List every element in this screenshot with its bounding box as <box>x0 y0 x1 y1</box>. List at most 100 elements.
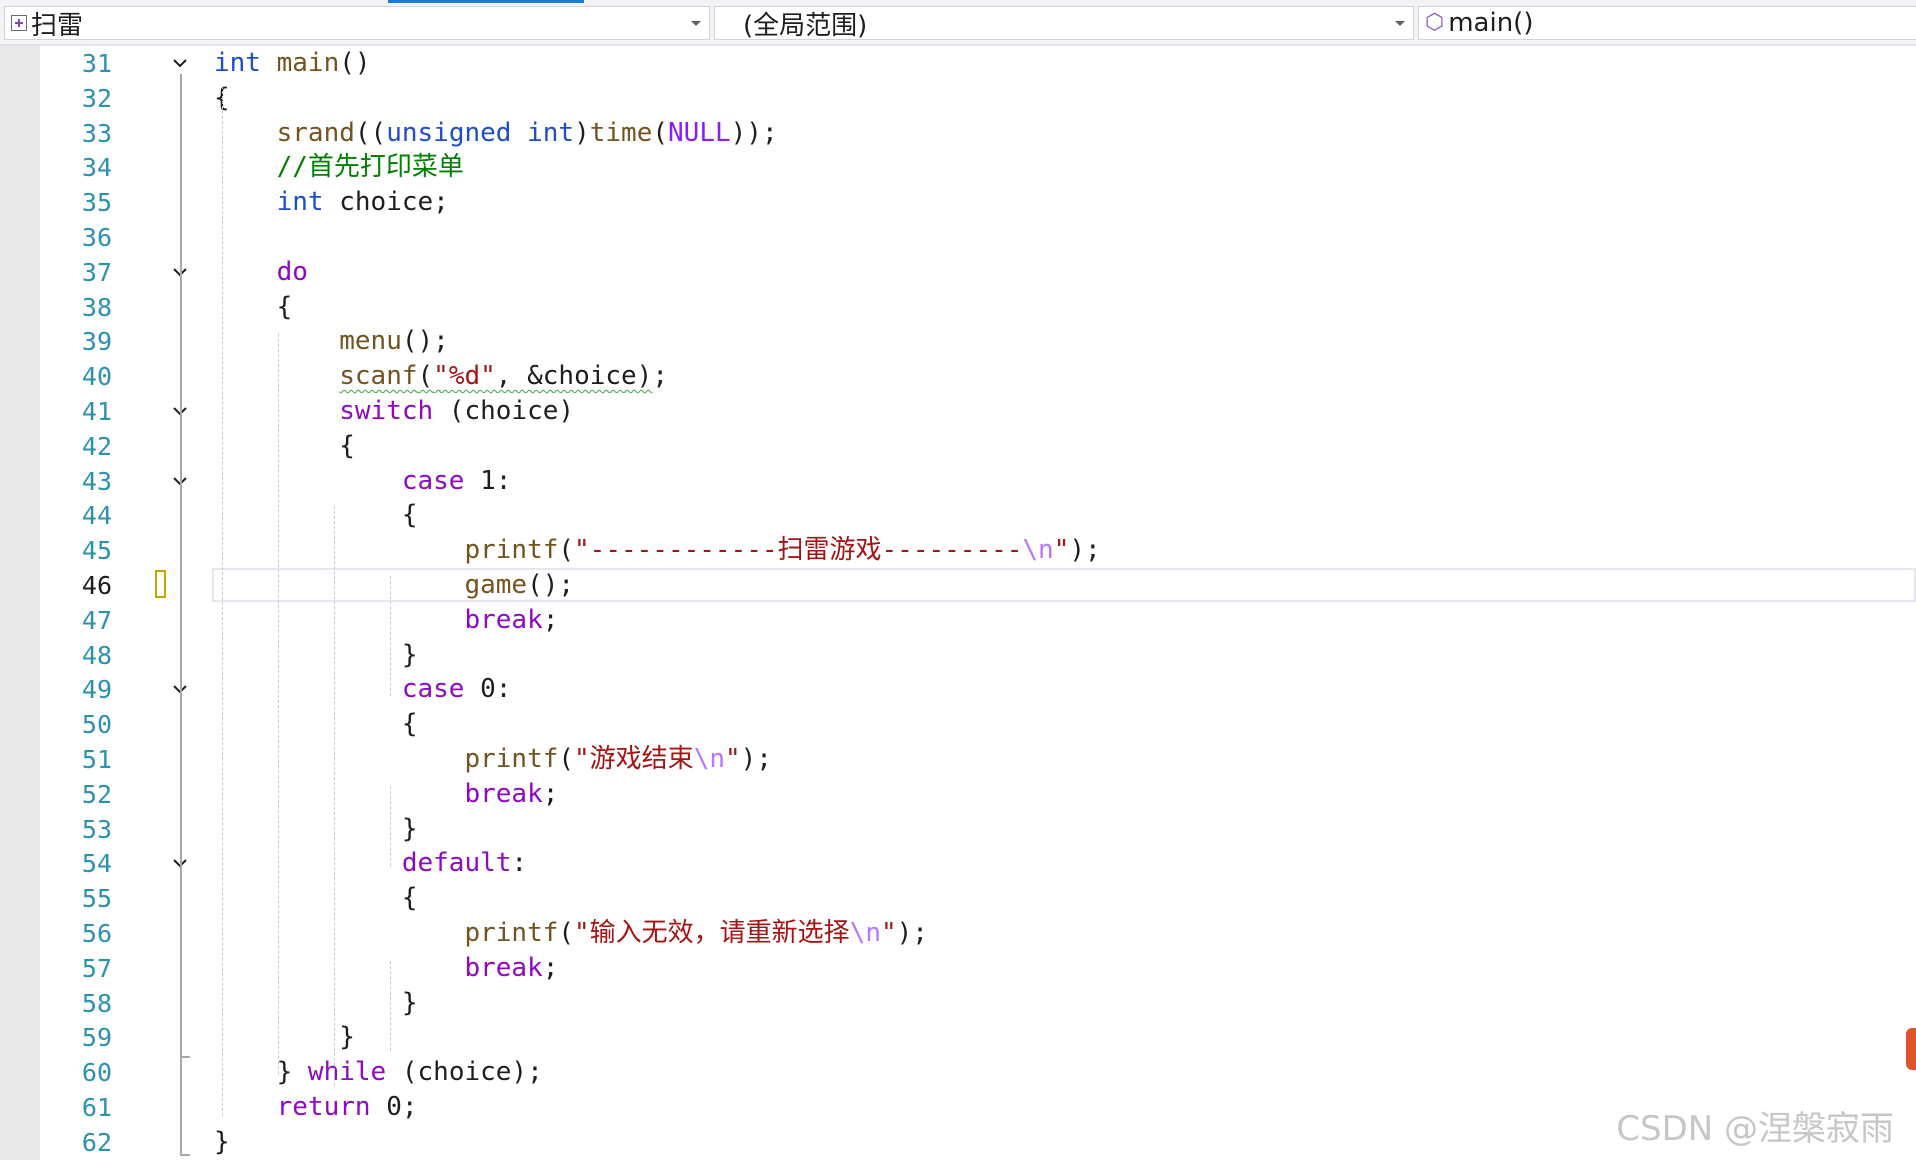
code-text: printf("输入无效，请重新选择\n"); <box>214 916 928 951</box>
line-number: 51 <box>81 745 112 774</box>
member-dropdown[interactable]: ⬡ main() <box>1418 6 1916 40</box>
indent-guide <box>278 334 279 1074</box>
code-token: } <box>214 1057 308 1088</box>
code-token: //首先打印菜单 <box>276 152 464 183</box>
code-line[interactable]: 49 case 0: <box>0 672 1916 707</box>
code-token: } <box>214 813 418 844</box>
code-line[interactable]: 47 break; <box>0 603 1916 638</box>
code-text: scanf("%d", &choice); <box>214 359 668 394</box>
line-number: 61 <box>81 1093 112 1122</box>
code-text: break; <box>214 951 558 986</box>
code-line[interactable]: 45 printf("------------扫雷游戏---------\n")… <box>0 533 1916 568</box>
code-text: case 1: <box>214 464 512 499</box>
code-line[interactable]: 53 } <box>0 812 1916 847</box>
code-token: do <box>276 256 308 287</box>
code-line[interactable]: 41 switch (choice) <box>0 394 1916 429</box>
code-editor[interactable]: 31 int main() 32{33 srand((unsigned int)ti… <box>0 46 1916 1160</box>
code-line[interactable]: 35 int choice; <box>0 185 1916 220</box>
code-line[interactable]: 56 printf("输入无效，请重新选择\n"); <box>0 916 1916 951</box>
code-line[interactable]: 52 break; <box>0 777 1916 812</box>
code-token: () <box>339 48 371 78</box>
code-line[interactable]: 55 { <box>0 881 1916 916</box>
code-line[interactable]: 39 menu(); <box>0 324 1916 359</box>
chevron-down-icon <box>691 21 701 26</box>
code-token: (choice); <box>386 1057 543 1088</box>
code-token: ); <box>896 918 928 948</box>
code-line[interactable]: 44 { <box>0 498 1916 533</box>
code-text: { <box>214 498 418 533</box>
code-line[interactable]: 32{ <box>0 81 1916 116</box>
fold-chevron-icon[interactable] <box>172 55 188 71</box>
line-number: 47 <box>81 605 112 635</box>
code-token: )); <box>730 117 778 148</box>
code-token: ) <box>574 117 590 148</box>
line-number: 38 <box>81 292 112 322</box>
code-token: { <box>214 500 418 531</box>
code-text: break; <box>214 777 558 812</box>
line-number: 41 <box>81 397 112 426</box>
line-number: 34 <box>81 153 112 183</box>
line-number: 50 <box>81 710 112 740</box>
indent-guide <box>390 786 391 866</box>
code-line[interactable]: 50 { <box>0 707 1916 742</box>
code-token: NULL <box>668 117 731 148</box>
code-line[interactable]: 42 { <box>0 429 1916 464</box>
code-line[interactable]: 60 } while (choice); <box>0 1055 1916 1090</box>
code-token: srand <box>276 117 355 148</box>
code-token: return <box>276 1092 371 1122</box>
outline-bar <box>180 282 182 752</box>
code-token: \n <box>1022 535 1054 566</box>
code-token: \n <box>693 744 725 774</box>
scope-label: (全局范围) <box>743 10 868 41</box>
line-number: 35 <box>81 188 112 218</box>
code-token: 0: <box>464 674 512 705</box>
code-line[interactable]: 37 do <box>0 255 1916 290</box>
code-token: (choice) <box>433 396 575 426</box>
code-token: " <box>725 744 741 774</box>
code-line[interactable]: 59 } <box>0 1020 1916 1055</box>
code-token: 0; <box>370 1092 418 1122</box>
code-line[interactable]: 57 break; <box>0 951 1916 986</box>
chevron-down-icon <box>1395 21 1405 26</box>
code-token: } <box>214 639 418 670</box>
code-line[interactable]: 43 case 1: <box>0 464 1916 499</box>
scope-dropdown[interactable]: (全局范围) <box>714 6 1414 41</box>
code-token: { <box>214 883 418 914</box>
project-dropdown[interactable]: 扫雷 <box>4 6 710 41</box>
line-number: 42 <box>81 431 112 461</box>
code-line[interactable]: 38 { <box>0 290 1916 325</box>
line-number: 54 <box>81 849 112 879</box>
code-token: : <box>511 848 528 879</box>
code-line[interactable]: 54 default: <box>0 846 1916 881</box>
code-text: switch (choice) <box>214 394 574 429</box>
code-token: switch <box>339 396 434 426</box>
code-line[interactable]: 58 } <box>0 986 1916 1021</box>
line-number: 39 <box>81 327 112 357</box>
code-line[interactable]: 40 scanf("%d", &choice); <box>0 359 1916 394</box>
code-line[interactable]: 48 } <box>0 638 1916 673</box>
code-line[interactable]: 36 <box>0 220 1916 255</box>
code-token: { <box>214 709 418 740</box>
code-line[interactable]: 31 int main() <box>0 46 1916 81</box>
code-line[interactable]: 34 //首先打印菜单 <box>0 150 1916 185</box>
code-text: { <box>214 881 418 916</box>
line-number: 56 <box>81 919 112 948</box>
indent-guide <box>390 961 391 1051</box>
code-token: { <box>214 291 293 322</box>
line-number: 32 <box>81 83 112 113</box>
code-token: (); <box>401 326 449 357</box>
line-number: 33 <box>81 118 112 148</box>
code-token: "%d" <box>433 361 496 392</box>
project-icon <box>11 15 27 31</box>
code-line[interactable]: 51 printf("游戏结束\n"); <box>0 742 1916 777</box>
code-line[interactable]: 46 game(); <box>0 568 1916 603</box>
code-line[interactable]: 33 srand((unsigned int)time(NULL)); <box>0 116 1916 151</box>
